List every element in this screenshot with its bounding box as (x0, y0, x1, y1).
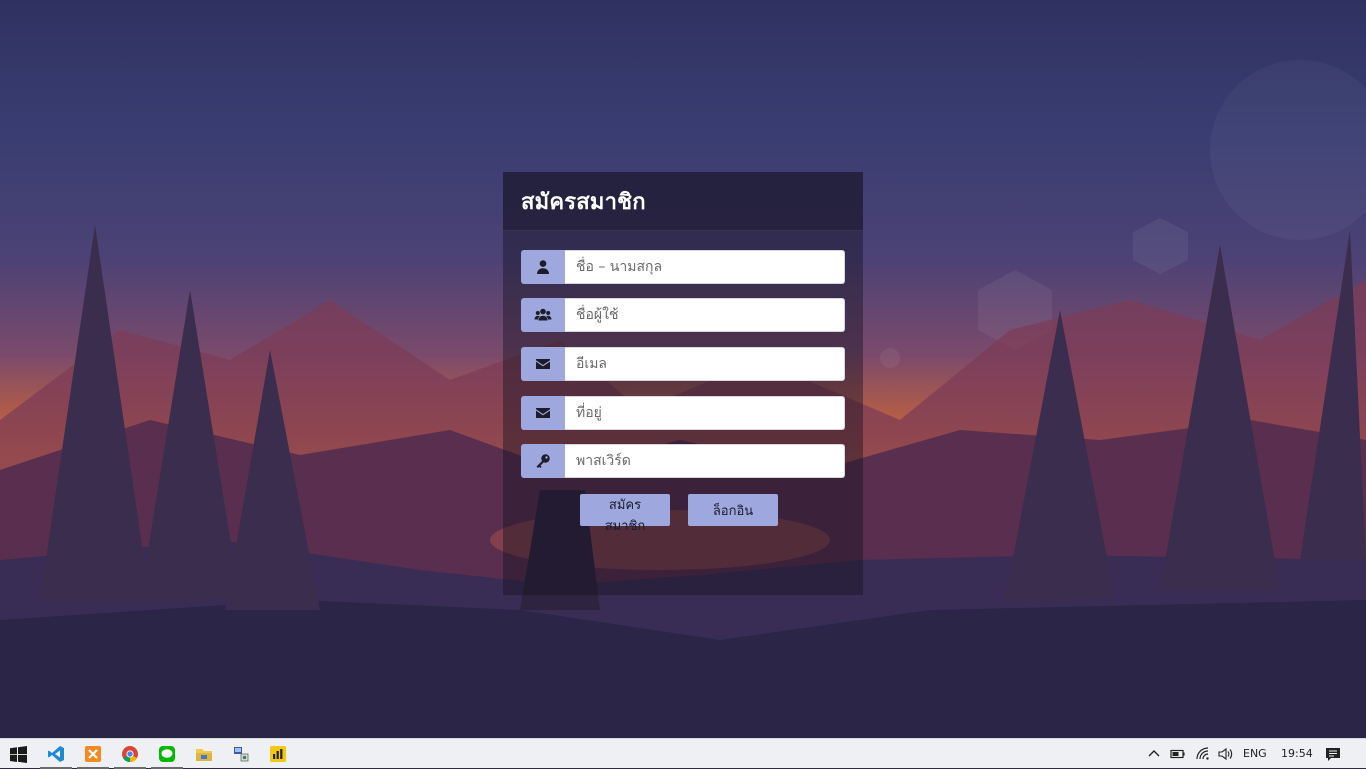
chevron-up-icon[interactable] (1146, 746, 1162, 762)
wifi-icon[interactable] (1195, 746, 1211, 762)
file-explorer-icon[interactable] (186, 739, 222, 769)
username-field (521, 298, 845, 332)
fullname-field (521, 250, 845, 284)
panel-header: สมัครสมาชิก (503, 172, 863, 231)
username-input[interactable] (565, 298, 845, 332)
start-icon[interactable] (0, 739, 36, 769)
vscode-icon[interactable] (38, 739, 74, 769)
volume-icon[interactable] (1217, 746, 1233, 762)
line-icon[interactable] (149, 739, 185, 769)
address-field (521, 396, 845, 430)
taskbar: ENG 19:54 (0, 738, 1366, 769)
key-icon (521, 444, 565, 478)
fullname-input[interactable] (565, 250, 845, 284)
email-input[interactable] (565, 347, 845, 381)
form-title: สมัครสมาชิก (521, 189, 646, 215)
clock[interactable]: 19:54 (1281, 739, 1313, 769)
network-tool-icon[interactable] (223, 739, 259, 769)
register-button[interactable]: สมัครสมาชิก (580, 494, 670, 534)
chrome-icon[interactable] (112, 739, 148, 769)
address-input[interactable] (565, 396, 845, 430)
envelope-icon (521, 396, 565, 430)
language-indicator[interactable]: ENG (1243, 739, 1267, 769)
registration-panel: สมัครสมาชิก สมัครสมาชิก ล็อกอิน (503, 172, 863, 595)
envelope-icon (521, 347, 565, 381)
email-field (521, 347, 845, 381)
notification-icon[interactable] (1325, 746, 1341, 762)
login-button[interactable]: ล็อกอิน (688, 494, 778, 526)
password-field (521, 444, 845, 478)
users-icon (521, 298, 565, 332)
xampp-icon[interactable] (75, 739, 111, 769)
powerbi-icon[interactable] (260, 739, 296, 769)
battery-icon[interactable] (1170, 746, 1186, 762)
user-icon (521, 250, 565, 284)
password-input[interactable] (565, 444, 845, 478)
